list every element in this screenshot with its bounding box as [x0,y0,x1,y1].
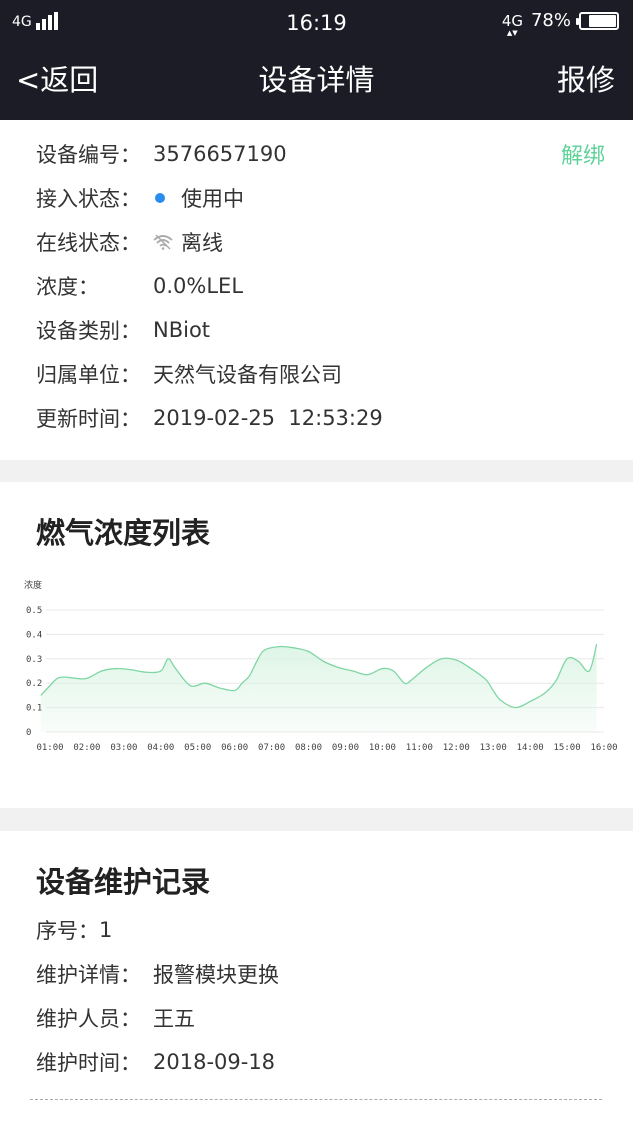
unbind-button[interactable]: 解绑 [561,138,605,170]
maint-index-label: 序号： [36,919,99,943]
x-tick-label: 10:00 [369,743,396,753]
x-tick-label: 11:00 [406,743,433,753]
device-id-value: 3576657190 [153,142,287,166]
access-status-label: 接入状态： [36,187,141,211]
x-tick-label: 01:00 [36,743,63,753]
update-time-value: 2019-02-25 12:53:29 [153,406,383,430]
concentration-chart: 浓度 0 0.1 0.2 0.3 0.4 0.5 01:00 02:00 03:00 04:00… [24,579,618,753]
owner-unit-row: 归属单位： 天然气设备有限公司 [36,358,342,390]
status-bar: 4G 16:19 4G ▲▼ 78% [0,0,633,46]
maint-staff-label: 维护人员： [36,1007,141,1031]
y-tick-label: 0.3 [26,655,42,665]
wifi-off-icon [153,234,173,250]
x-tick-label: 03:00 [110,743,137,753]
section-divider [0,460,633,482]
x-tick-label: 02:00 [73,743,100,753]
section-divider-2 [0,808,633,831]
maint-detail-value: 报警模块更换 [153,963,279,987]
battery-icon [576,11,619,30]
online-status-value: 离线 [181,231,223,255]
online-status-row: 在线状态： 离线 [36,226,223,258]
device-type-label: 设备类别： [36,319,141,343]
maint-index-value: 1 [99,918,113,942]
chart-section-title: 燃气浓度列表 [36,516,211,550]
series-area-fill [40,644,597,732]
status-right-group: 4G ▲▼ 78% [501,10,619,37]
maint-time-label: 维护时间： [36,1051,141,1075]
y-axis-label: 浓度 [24,579,42,591]
battery-percent: 78% [530,10,571,31]
maint-time-row: 维护时间： 2018-09-18 [36,1046,275,1078]
maint-detail-row: 维护详情： 报警模块更换 [36,958,279,990]
maint-detail-label: 维护详情： [36,963,141,987]
maint-staff-row: 维护人员： 王五 [36,1002,195,1034]
network-type-right: 4G ▲▼ [501,11,523,37]
update-time-row: 更新时间： 2019-02-25 12:53:29 [36,402,383,434]
maint-index-row: 序号： 1 [36,914,112,946]
network-type-right-label: 4G [501,11,523,30]
record-separator [30,1099,602,1100]
owner-unit-label: 归属单位： [36,363,141,387]
x-tick-label: 15:00 [554,743,581,753]
y-tick-label: 0.5 [26,606,42,616]
device-type-row: 设备类别： NBiot [36,314,210,346]
x-tick-label: 05:00 [184,743,211,753]
x-tick-label: 06:00 [221,743,248,753]
x-tick-label: 09:00 [332,743,359,753]
x-tick-label: 07:00 [258,743,285,753]
device-id-row: 设备编号： 3576657190 [36,138,287,170]
y-tick-label: 0 [26,728,31,738]
back-button[interactable]: <返回 [16,60,98,100]
maint-staff-value: 王五 [153,1007,195,1031]
battery-tip [576,17,579,25]
repair-button[interactable]: 报修 [557,60,615,100]
x-tick-label: 14:00 [517,743,544,753]
x-tick-label: 16:00 [590,743,617,753]
nav-bar: <返回 设备详情 报修 [0,46,633,120]
owner-unit-value: 天然气设备有限公司 [153,363,342,387]
access-status-row: 接入状态： 使用中 [36,182,244,214]
y-tick-label: 0.2 [26,679,42,689]
concentration-row: 浓度： 0.0%LEL [36,270,243,302]
y-tick-label: 0.1 [26,704,42,714]
device-type-value: NBiot [153,318,211,342]
x-tick-label: 13:00 [480,743,507,753]
y-axis-ticks: 0 0.1 0.2 0.3 0.4 0.5 [26,606,42,738]
device-id-label: 设备编号： [36,143,141,167]
data-transfer-icon: ▲▼ [506,28,518,37]
maint-time-value: 2018-09-18 [153,1050,276,1074]
battery-fill [589,14,616,27]
maintenance-title: 设备维护记录 [36,865,211,899]
status-dot-icon [155,193,165,203]
y-tick-label: 0.4 [26,630,42,640]
access-status-value: 使用中 [181,187,244,211]
concentration-label: 浓度： [36,275,99,299]
update-time-label: 更新时间： [36,407,141,431]
x-axis-ticks: 01:00 02:00 03:00 04:00 05:00 06:00 07:00 08:00… [36,743,617,753]
x-tick-label: 08:00 [295,743,322,753]
x-tick-label: 12:00 [443,743,470,753]
online-status-label: 在线状态： [36,231,141,255]
x-tick-label: 04:00 [147,743,174,753]
concentration-value: 0.0%LEL [153,274,244,298]
